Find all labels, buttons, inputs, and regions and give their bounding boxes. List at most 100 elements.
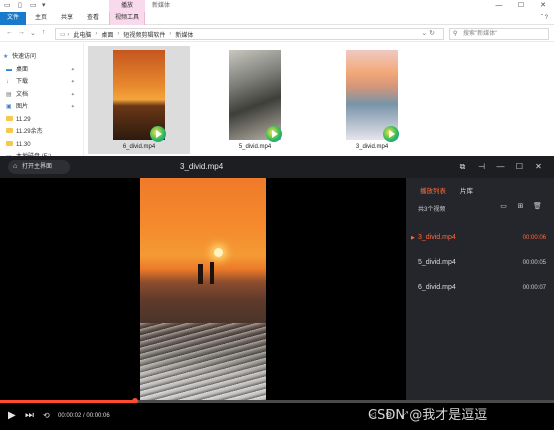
- pin-icon: ✦: [70, 79, 75, 85]
- back-arrow-icon[interactable]: ←: [6, 29, 13, 36]
- playlist-item-name: 5_divid.mp4: [418, 259, 456, 266]
- folder-icon: ▭: [4, 2, 11, 9]
- pin-on-top-icon[interactable]: ⊣: [472, 156, 491, 178]
- playlist-item-duration: 00:00:07: [522, 285, 546, 291]
- folder-icon: [6, 114, 13, 127]
- watermark: CSDN @我才是逗逗: [368, 408, 488, 423]
- breadcrumb-separator: ›: [117, 31, 120, 37]
- star-icon: ★: [3, 54, 9, 60]
- nav-item-folder-1130[interactable]: 11.30: [0, 139, 83, 152]
- open-main-window-button[interactable]: ⌂ 打开主界面: [8, 160, 70, 174]
- video-player-icon: [266, 126, 282, 142]
- recent-dropdown-icon[interactable]: ⌄: [30, 29, 36, 37]
- add-file-icon[interactable]: ⊞: [512, 202, 529, 210]
- help-icon[interactable]: ˇ ?: [541, 15, 548, 21]
- pin-icon: ✦: [70, 104, 75, 110]
- delete-icon[interactable]: 🗑: [529, 202, 546, 210]
- video-frame: [140, 178, 266, 400]
- playlist-item-name: 3_divid.mp4: [418, 234, 456, 241]
- nav-item-label: 11.29余杰: [16, 129, 43, 135]
- nav-item-pictures[interactable]: ▣ 图片 ✦: [0, 101, 83, 114]
- breadcrumb-separator: ›: [95, 31, 98, 37]
- address-box[interactable]: ▭ › 此电脑 › 桌面 › 短视频剪辑软件 › 新媒体 ⌄ ↻: [55, 28, 444, 40]
- search-input[interactable]: ⚲ 搜索"新媒体": [449, 28, 549, 40]
- tab-playlist[interactable]: 播放列表: [420, 185, 446, 195]
- nav-item-quick-access[interactable]: ★ 快速访问: [0, 51, 83, 64]
- file-name: 5_divid.mp4: [238, 144, 272, 150]
- search-icon: ⚲: [453, 31, 458, 37]
- breadcrumb-new-media[interactable]: 新媒体: [175, 30, 193, 39]
- properties-icon[interactable]: ▯: [18, 1, 22, 9]
- desktop-icon: ▬: [6, 66, 12, 73]
- file-tile[interactable]: 6_divid.mp4: [88, 46, 190, 154]
- pin-icon: ✦: [70, 91, 75, 98]
- breadcrumb-video-editor[interactable]: 短视频剪辑软件: [123, 30, 165, 39]
- ribbon-tabs: 文件 主页 共享 查看 视频工具 ˇ ?: [0, 12, 554, 25]
- folder-icon: [6, 139, 13, 152]
- file-name: 6_divid.mp4: [122, 144, 156, 150]
- file-tile[interactable]: 5_divid.mp4: [204, 46, 306, 154]
- add-folder-icon[interactable]: ▭: [495, 202, 512, 210]
- nav-item-folder-1129-yujie[interactable]: 11.29余杰: [0, 126, 83, 139]
- document-icon: ▤: [6, 91, 12, 98]
- nav-item-label: 11.29: [16, 116, 31, 123]
- tab-file[interactable]: 文件: [0, 12, 26, 25]
- new-folder-icon[interactable]: ▭: [30, 1, 37, 9]
- nav-item-label: 下载: [16, 79, 29, 85]
- nav-item-folder-1129[interactable]: 11.29: [0, 114, 83, 127]
- loop-icon[interactable]: ⟲: [43, 410, 50, 422]
- maximize-icon[interactable]: ☐: [510, 156, 529, 178]
- minimize-icon[interactable]: —: [491, 156, 510, 178]
- file-list: 6_divid.mp4 5_divid.mp4 3_divid.mp4: [86, 43, 554, 156]
- player-title-bar: ⌂ 打开主界面 3_divid.mp4 ⧉ ⊣ — ☐ ✕: [0, 156, 554, 178]
- player-title: 3_divid.mp4: [180, 162, 224, 171]
- minimize-icon[interactable]: —: [488, 0, 510, 12]
- file-name: 3_divid.mp4: [355, 144, 389, 150]
- play-icon[interactable]: ▶: [8, 410, 16, 422]
- forward-arrow-icon[interactable]: →: [18, 29, 25, 36]
- mini-mode-icon[interactable]: ⧉: [453, 156, 472, 178]
- tab-video-tools[interactable]: 视频工具: [109, 12, 145, 25]
- context-tab-header: 播放: [109, 0, 145, 12]
- tab-library[interactable]: 片库: [460, 185, 473, 195]
- video-player-window: ⌂ 打开主界面 3_divid.mp4 ⧉ ⊣ — ☐ ✕ 播放列表 片库 共3…: [0, 156, 554, 430]
- next-icon[interactable]: ⏭: [25, 410, 34, 422]
- nav-item-desktop[interactable]: ▬ 桌面 ✦: [0, 64, 83, 77]
- nav-item-label: 桌面: [16, 66, 29, 73]
- sun: [214, 248, 223, 257]
- quick-access-dropdown-icon[interactable]: ▾: [42, 1, 46, 9]
- playlist-item-duration: 00:00:06: [522, 235, 546, 241]
- tab-view[interactable]: 查看: [82, 12, 104, 25]
- playlist-count: 共3个视频: [418, 207, 446, 213]
- breadcrumb-separator: ›: [169, 31, 172, 37]
- playlist-item[interactable]: ▶ 3_divid.mp4 00:00:06: [406, 228, 554, 248]
- playlist-item[interactable]: 5_divid.mp4 00:00:05: [406, 253, 554, 273]
- tab-home[interactable]: 主页: [30, 12, 52, 25]
- playlist-item-name: 6_divid.mp4: [418, 284, 456, 291]
- nav-item-label: 11.30: [16, 141, 31, 148]
- nav-item-downloads[interactable]: ↓ 下载 ✦: [0, 76, 83, 89]
- nav-item-label: 文档: [16, 91, 29, 98]
- refresh-icon[interactable]: ⌄ ↻: [421, 29, 435, 37]
- maximize-icon[interactable]: ☐: [510, 0, 532, 12]
- open-main-window-label: 打开主界面: [22, 164, 53, 170]
- breadcrumb-this-pc[interactable]: 此电脑: [73, 30, 91, 39]
- tab-share[interactable]: 共享: [56, 12, 78, 25]
- video-stage[interactable]: [0, 178, 406, 400]
- navigation-pane: ★ 快速访问 ▬ 桌面 ✦ ↓ 下载 ✦ ▤ 文档 ✦ ▣ 图片 ✦ 11.29: [0, 43, 84, 160]
- pin-icon: ✦: [70, 66, 75, 73]
- video-player-icon: [383, 126, 399, 142]
- folder-icon: [6, 126, 13, 139]
- up-arrow-icon[interactable]: ↑: [42, 29, 46, 36]
- time-display: 00:00:02 / 00:00:06: [58, 413, 110, 419]
- player-controls: ▶ ⏭ ⟲ 00:00:02 / 00:00:06 ◁ ⚙ ⤢ CSDN @我才…: [0, 403, 554, 430]
- playlist-item[interactable]: 6_divid.mp4 00:00:07: [406, 278, 554, 298]
- now-playing-icon: ▶: [411, 235, 415, 241]
- file-tile[interactable]: 3_divid.mp4: [321, 46, 423, 154]
- nav-item-label: 图片: [16, 104, 29, 110]
- close-icon[interactable]: ✕: [529, 156, 548, 178]
- close-icon[interactable]: ✕: [532, 0, 554, 12]
- nav-item-documents[interactable]: ▤ 文档 ✦: [0, 89, 83, 102]
- breadcrumb-desktop[interactable]: 桌面: [101, 30, 113, 39]
- playlist-item-duration: 00:00:05: [522, 260, 546, 266]
